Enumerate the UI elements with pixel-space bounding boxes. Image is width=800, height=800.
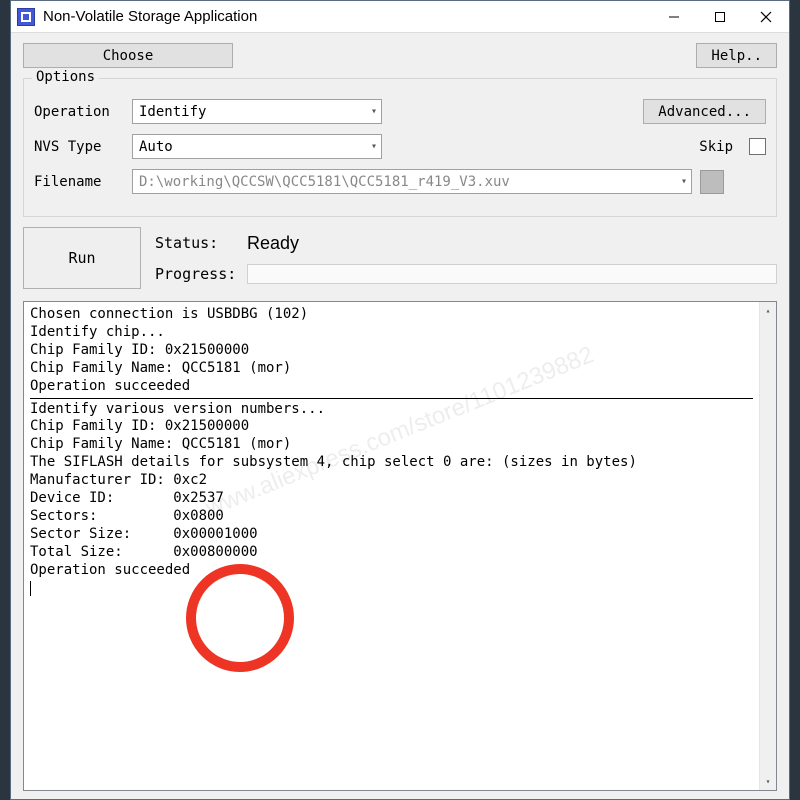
nvstype-label: NVS Type (34, 139, 124, 155)
status-label: Status: (155, 234, 235, 252)
scroll-up-icon[interactable]: ▴ (760, 302, 776, 319)
maximize-icon (714, 11, 726, 23)
filename-row: Filename D:\working\QCCSW\QCC5181\QCC518… (34, 169, 766, 194)
advanced-button[interactable]: Advanced... (643, 99, 766, 124)
chevron-down-icon: ▾ (371, 141, 377, 152)
chevron-down-icon: ▾ (371, 106, 377, 117)
top-button-row: Choose Help.. (23, 43, 777, 68)
nvstype-combo[interactable]: Auto ▾ (132, 134, 382, 159)
operation-combo[interactable]: Identify ▾ (132, 99, 382, 124)
skip-group: Skip (699, 138, 766, 155)
skip-checkbox[interactable] (749, 138, 766, 155)
log-text[interactable]: Chosen connection is USBDBG (102) Identi… (24, 302, 759, 790)
log-block-1: Chosen connection is USBDBG (102) Identi… (30, 306, 308, 394)
chevron-down-icon: ▾ (681, 176, 687, 187)
log-divider (30, 398, 753, 399)
filename-value: D:\working\QCCSW\QCC5181\QCC5181_r419_V3… (139, 174, 510, 190)
app-icon (17, 8, 35, 26)
options-legend: Options (32, 69, 99, 85)
skip-label: Skip (699, 139, 733, 155)
operation-row: Operation Identify ▾ Advanced... (34, 99, 766, 124)
close-icon (760, 11, 772, 23)
log-panel: Chosen connection is USBDBG (102) Identi… (23, 301, 777, 791)
status-value: Ready (247, 233, 299, 254)
filename-label: Filename (34, 174, 124, 190)
window-controls (651, 1, 789, 32)
filename-combo[interactable]: D:\working\QCCSW\QCC5181\QCC5181_r419_V3… (132, 169, 692, 194)
options-group: Options Operation Identify ▾ Advanced...… (23, 78, 777, 217)
browse-button[interactable] (700, 170, 724, 194)
client-area: Choose Help.. Options Operation Identify… (11, 33, 789, 799)
progress-label: Progress: (155, 265, 235, 283)
close-button[interactable] (743, 1, 789, 32)
operation-label: Operation (34, 104, 124, 120)
status-line: Status: Ready (155, 233, 777, 254)
scrollbar[interactable]: ▴ ▾ (759, 302, 776, 790)
scroll-down-icon[interactable]: ▾ (760, 773, 776, 790)
status-block: Status: Ready Progress: (155, 227, 777, 289)
nvstype-value: Auto (139, 139, 173, 155)
help-button[interactable]: Help.. (696, 43, 777, 68)
operation-value: Identify (139, 104, 206, 120)
text-cursor (30, 581, 31, 596)
progress-bar (247, 264, 777, 284)
window-title: Non-Volatile Storage Application (43, 8, 651, 25)
minimize-icon (668, 11, 680, 23)
progress-line: Progress: (155, 264, 777, 284)
run-row: Run Status: Ready Progress: (23, 227, 777, 289)
choose-button[interactable]: Choose (23, 43, 233, 68)
app-window: Non-Volatile Storage Application Choose … (10, 0, 790, 800)
run-button[interactable]: Run (23, 227, 141, 289)
scroll-track[interactable] (760, 319, 776, 773)
log-block-2: Identify various version numbers... Chip… (30, 401, 637, 578)
nvstype-row: NVS Type Auto ▾ Skip (34, 134, 766, 159)
minimize-button[interactable] (651, 1, 697, 32)
maximize-button[interactable] (697, 1, 743, 32)
titlebar: Non-Volatile Storage Application (11, 1, 789, 33)
